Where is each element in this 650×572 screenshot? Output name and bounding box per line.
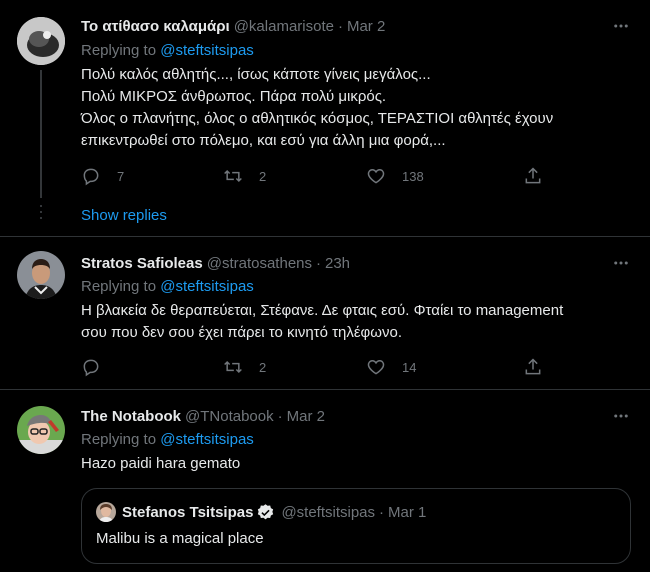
tweet-text-line: Η βλακεία δε θεραπεύεται, Στέφανε. Δε φτ…	[81, 302, 564, 319]
more-icon	[614, 261, 628, 265]
tweet-header: The Notabook @TNotabook · Mar 2	[81, 405, 636, 427]
share-button[interactable]	[523, 355, 543, 379]
tweet-text-line: Πολύ καλός αθλητής..., ίσως κάποτε γίνει…	[81, 66, 431, 83]
tweet-text: Η βλακεία δε θεραπεύεται, Στέφανε. Δε φτ…	[81, 300, 636, 344]
timestamp[interactable]: Mar 2	[287, 408, 325, 425]
retweet-icon	[224, 169, 242, 183]
display-name[interactable]: Το ατίθασο καλαμάρι	[81, 18, 230, 35]
user-handle[interactable]: @stratosathens	[207, 255, 312, 272]
heart-icon	[367, 359, 385, 375]
more-options-button[interactable]	[606, 405, 636, 427]
replying-to: Replying to @steftsitsipas	[81, 40, 636, 62]
replying-to-link[interactable]: @steftsitsipas	[160, 278, 254, 295]
reply-icon	[83, 359, 99, 377]
tweet-text-line: Πολύ ΜΙΚΡΟΣ άνθρωπος. Πάρα πολύ μικρός.	[81, 88, 387, 105]
separator-dot: ·	[277, 407, 283, 425]
like-count: 14	[402, 359, 417, 375]
like-count: 138	[402, 168, 424, 184]
replying-to: Replying to @steftsitsipas	[81, 429, 636, 451]
tweet-text-line: Όλος ο πλανήτης, όλος ο αθλητικός κόσμος…	[81, 110, 554, 127]
avatar[interactable]	[17, 406, 65, 454]
display-name[interactable]: Stratos Safioleas	[81, 255, 203, 272]
tweet-text: Πολύ καλός αθλητής..., ίσως κάποτε γίνει…	[81, 64, 636, 152]
replying-to-label: Replying to	[81, 42, 161, 59]
heart-icon	[367, 168, 385, 184]
user-handle[interactable]: @steftsitsipas	[281, 504, 375, 521]
replying-to-link[interactable]: @steftsitsipas	[160, 431, 254, 448]
replying-to-link[interactable]: @steftsitsipas	[160, 42, 254, 59]
display-name[interactable]: Stefanos Tsitsipas	[122, 504, 253, 521]
more-icon	[614, 24, 628, 28]
timestamp[interactable]: Mar 1	[388, 504, 426, 521]
tweet-text-line: σου που δεν σου έχει πάρει το κινητό τηλ…	[81, 324, 403, 341]
quoted-tweet[interactable]: Stefanos Tsitsipas @steftsitsipas · Mar …	[81, 488, 631, 564]
more-options-button[interactable]	[606, 15, 636, 37]
avatar[interactable]	[96, 502, 116, 522]
more-icon	[614, 414, 628, 418]
separator-dot: ·	[316, 254, 321, 272]
like-button[interactable]: 14	[366, 355, 416, 379]
display-name[interactable]: The Notabook	[81, 408, 181, 425]
retweet-count: 2	[259, 168, 267, 184]
separator-dot: ·	[379, 503, 385, 521]
timestamp[interactable]: Mar 2	[347, 18, 385, 35]
share-icon	[525, 358, 541, 375]
replying-to-label: Replying to	[81, 278, 161, 295]
tweet-header: Το ατίθασο καλαμάρι @kalamarisote · Mar …	[81, 15, 636, 37]
tweet[interactable]: Stratos Safioleas @stratosathens · 23h R…	[0, 237, 650, 389]
retweet-count: 2	[259, 359, 267, 375]
user-handle[interactable]: @TNotabook	[185, 408, 274, 425]
timestamp[interactable]: 23h	[325, 255, 350, 272]
quoted-tweet-text: Malibu is a magical place	[96, 530, 264, 547]
user-handle[interactable]: @kalamarisote	[234, 18, 334, 35]
separator-dot: ·	[337, 17, 343, 35]
reply-icon	[83, 168, 99, 186]
reply-button[interactable]: 7	[81, 164, 124, 188]
share-icon	[525, 167, 541, 184]
tweet-header: Stratos Safioleas @stratosathens · 23h	[81, 252, 636, 274]
retweet-icon	[224, 360, 242, 374]
retweet-button[interactable]: 2	[223, 355, 266, 379]
show-replies-link[interactable]: Show replies	[81, 207, 167, 224]
tweet[interactable]: Το ατίθασο καλαμάρι @kalamarisote · Mar …	[0, 0, 650, 235]
retweet-button[interactable]: 2	[223, 164, 266, 188]
quoted-tweet-header: Stefanos Tsitsipas @steftsitsipas · Mar …	[96, 502, 426, 522]
like-button[interactable]: 138	[366, 164, 424, 188]
tweet-text-line: Hazo paidi hara gemato	[81, 455, 241, 472]
reply-count: 7	[117, 168, 125, 184]
tweet-text-line: επικεντρωθεί στο πόλεμο, και εσύ για άλλ…	[81, 132, 446, 149]
replying-to: Replying to @steftsitsipas	[81, 276, 636, 298]
replying-to-label: Replying to	[81, 431, 161, 448]
share-button[interactable]	[523, 164, 543, 188]
tweet-text: Hazo paidi hara gemato	[81, 453, 636, 475]
reply-button[interactable]	[81, 355, 101, 379]
avatar[interactable]	[17, 17, 65, 65]
verified-badge-icon	[258, 503, 274, 519]
avatar[interactable]	[17, 251, 65, 299]
more-options-button[interactable]	[606, 252, 636, 274]
